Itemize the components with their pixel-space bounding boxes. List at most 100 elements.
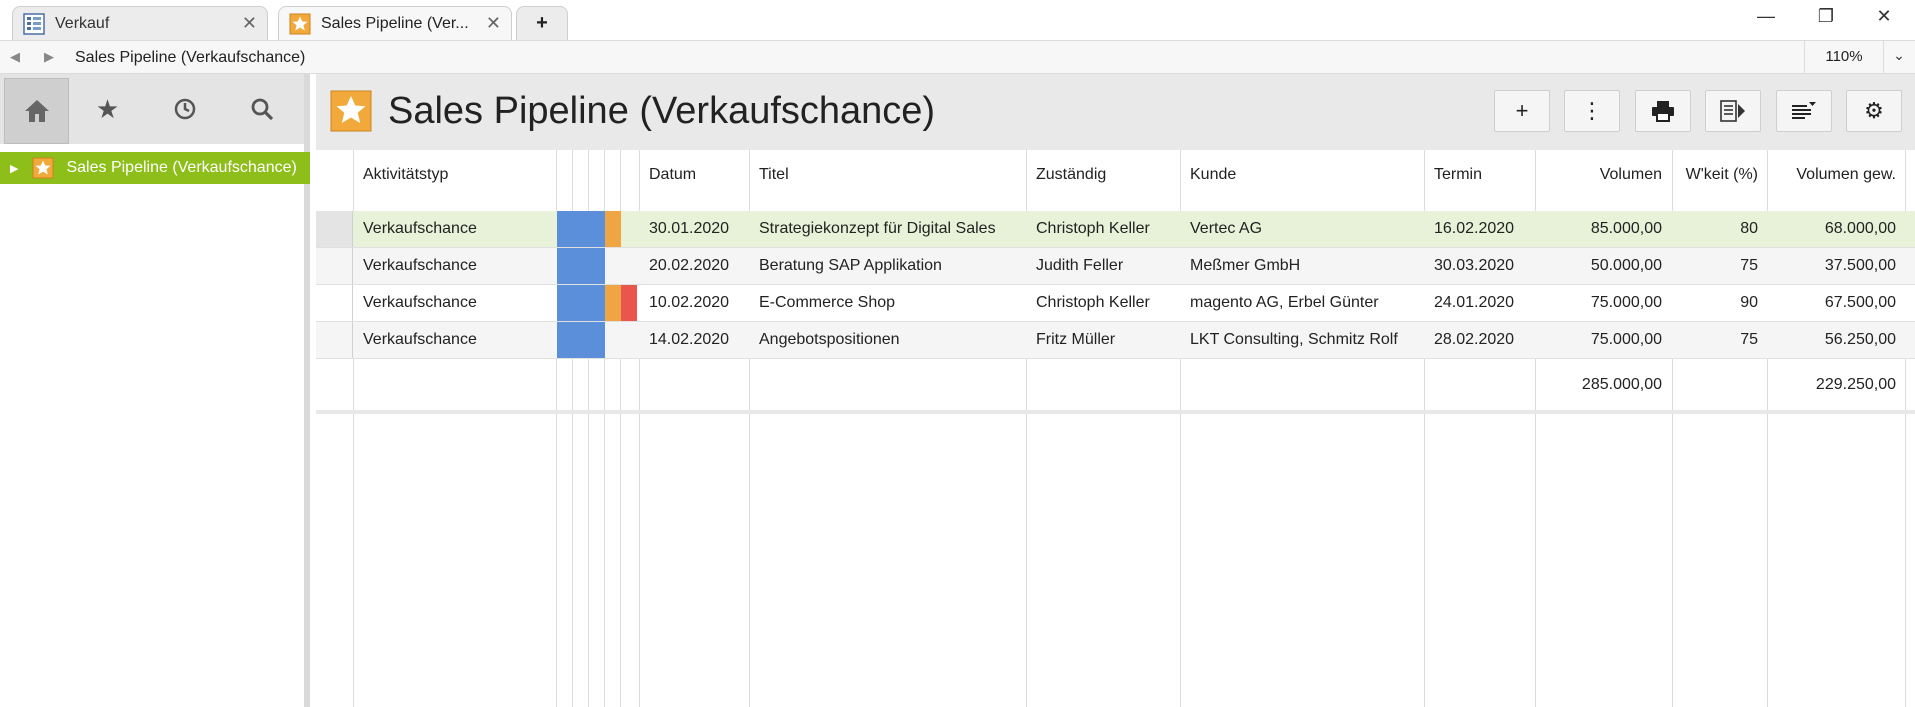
column-header-wkeit[interactable]: W'keit (%): [1672, 166, 1758, 184]
star-folder-icon: [330, 90, 372, 132]
column-header-termin[interactable]: Termin: [1434, 166, 1482, 184]
column-header-volumen-gew[interactable]: Volumen gew.: [1767, 166, 1896, 184]
close-window-button[interactable]: ✕: [1856, 6, 1912, 30]
new-tab-button[interactable]: +: [516, 6, 568, 40]
column-header-aktivitaetstyp[interactable]: Aktivitätstyp: [363, 166, 448, 184]
column-settings-button[interactable]: [1776, 90, 1832, 132]
status-indicator: [573, 322, 589, 358]
cell-wkeit: 80: [1740, 220, 1758, 237]
minimize-button[interactable]: —: [1738, 6, 1794, 30]
row-selector[interactable]: [316, 211, 353, 247]
address-title: Sales Pipeline (Verkaufschance): [75, 49, 306, 66]
cell-termin: 30.03.2020: [1434, 257, 1515, 274]
report-button[interactable]: [1705, 90, 1761, 132]
status-indicator: [589, 248, 605, 284]
cell-titel: E-Commerce Shop: [759, 294, 896, 311]
list-settings-icon: [1792, 102, 1816, 119]
status-indicator: [589, 211, 605, 247]
address-bar: ◀ ▶ Sales Pipeline (Verkaufschance) 110%…: [0, 40, 1915, 74]
table-row[interactable]: Verkaufschance 14.02.2020 Angebotspositi…: [316, 322, 1915, 359]
total-volumen-gew: 229.250,00: [1815, 376, 1896, 393]
totals-row: 285.000,00 229.250,00: [316, 360, 1915, 414]
cell-termin: 16.02.2020: [1434, 220, 1515, 237]
printer-icon: [1652, 101, 1674, 122]
cell-termin: 28.02.2020: [1434, 331, 1515, 348]
cell-titel: Strategiekonzept für Digital Sales: [759, 220, 996, 237]
home-button[interactable]: [4, 78, 69, 144]
restore-button[interactable]: ❐: [1798, 6, 1854, 30]
status-indicator: [605, 285, 621, 321]
cell-kunde: Meßmer GmbH: [1190, 257, 1301, 274]
home-icon: [24, 100, 49, 122]
column-header-kunde[interactable]: Kunde: [1190, 166, 1236, 184]
cell-datum: 10.02.2020: [649, 294, 730, 311]
cell-zustaendig: Judith Feller: [1036, 257, 1124, 274]
cell-wkeit: 75: [1740, 257, 1758, 274]
cell-volumen: 50.000,00: [1590, 257, 1662, 274]
cell-aktivitaetstyp: Verkaufschance: [363, 257, 477, 274]
zoom-level[interactable]: 110%: [1804, 41, 1884, 73]
tab-label: Sales Pipeline (Ver...: [321, 14, 469, 32]
column-header-titel[interactable]: Titel: [759, 166, 789, 184]
column-header-volumen[interactable]: Volumen: [1535, 166, 1662, 184]
add-button[interactable]: +: [1494, 90, 1550, 132]
report-icon: [1720, 100, 1745, 122]
total-volumen: 285.000,00: [1581, 376, 1662, 393]
cell-datum: 20.02.2020: [649, 257, 730, 274]
cell-aktivitaetstyp: Verkaufschance: [363, 294, 477, 311]
table-row[interactable]: Verkaufschance 10.02.2020 E-Commerce Sho…: [316, 285, 1915, 322]
print-button[interactable]: [1635, 90, 1691, 132]
sidebar: ★ ▶ Sales Pipeline (Verkaufschance): [0, 74, 310, 707]
tab-verkauf[interactable]: Verkauf ✕: [12, 6, 268, 40]
chevron-down-icon[interactable]: ⌄: [1884, 47, 1914, 64]
close-icon[interactable]: ✕: [486, 13, 501, 34]
more-vertical-icon: ⋮: [1581, 98, 1603, 123]
gear-icon: ⚙: [1864, 98, 1884, 123]
row-selector[interactable]: [316, 285, 353, 321]
cell-titel: Angebotspositionen: [759, 331, 900, 348]
settings-button[interactable]: ⚙: [1846, 90, 1902, 132]
cell-zustaendig: Christoph Keller: [1036, 220, 1150, 237]
status-indicator: [573, 285, 589, 321]
status-indicator: [621, 285, 637, 321]
status-indicator: [605, 211, 621, 247]
status-indicator: [557, 322, 573, 358]
cell-volumen-gew: 56.250,00: [1824, 331, 1896, 348]
close-icon[interactable]: ✕: [242, 13, 257, 34]
status-indicator: [589, 285, 605, 321]
cell-aktivitaetstyp: Verkaufschance: [363, 331, 477, 348]
favorites-button[interactable]: ★: [69, 74, 146, 144]
status-indicator: [573, 248, 589, 284]
column-header-zustaendig[interactable]: Zuständig: [1036, 166, 1106, 184]
recent-button[interactable]: [146, 74, 223, 144]
table-row[interactable]: Verkaufschance 30.01.2020 Strategiekonze…: [316, 211, 1915, 248]
plus-icon: +: [1515, 98, 1529, 123]
status-indicator: [557, 211, 573, 247]
more-button[interactable]: ⋮: [1564, 90, 1620, 132]
main-panel: Sales Pipeline (Verkaufschance) + ⋮ ⚙ Ak…: [316, 74, 1915, 707]
tab-sales-pipeline[interactable]: Sales Pipeline (Ver... ✕: [278, 6, 512, 40]
cell-titel: Beratung SAP Applikation: [759, 257, 942, 274]
cell-datum: 14.02.2020: [649, 331, 730, 348]
row-selector[interactable]: [316, 248, 353, 284]
tab-label: Verkauf: [55, 14, 110, 32]
status-indicator: [557, 285, 573, 321]
cell-wkeit: 75: [1740, 331, 1758, 348]
cell-wkeit: 90: [1740, 294, 1758, 311]
star-icon: ★: [95, 93, 120, 124]
tree-item-label: Sales Pipeline (Verkaufschance): [66, 159, 297, 176]
cell-kunde: Vertec AG: [1190, 220, 1263, 237]
cell-kunde: magento AG, Erbel Günter: [1190, 294, 1379, 311]
forward-icon[interactable]: ▶: [44, 49, 54, 65]
column-header-datum[interactable]: Datum: [649, 166, 696, 184]
back-icon[interactable]: ◀: [10, 49, 20, 65]
data-table: Aktivitätstyp Datum Titel Zuständig Kund…: [316, 150, 1915, 707]
status-indicator: [589, 322, 605, 358]
table-row[interactable]: Verkaufschance 20.02.2020 Beratung SAP A…: [316, 248, 1915, 285]
cell-volumen-gew: 37.500,00: [1824, 257, 1896, 274]
row-selector[interactable]: [316, 322, 353, 358]
tree-item-sales-pipeline[interactable]: ▶ Sales Pipeline (Verkaufschance): [0, 152, 310, 184]
search-button[interactable]: [223, 74, 300, 144]
page-title: Sales Pipeline (Verkaufschance): [388, 90, 936, 132]
caret-right-icon[interactable]: ▶: [10, 162, 18, 175]
